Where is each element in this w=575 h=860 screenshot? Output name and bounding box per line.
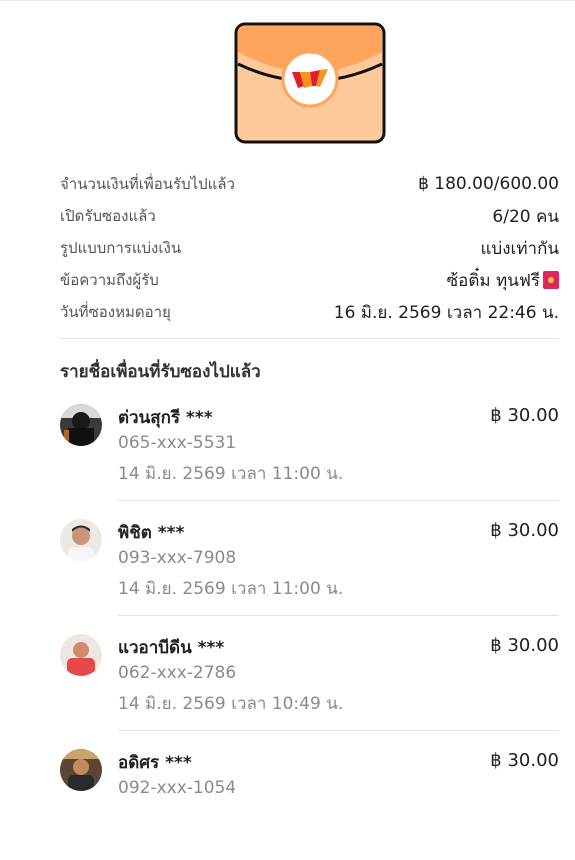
detail-value: ฿ 180.00/600.00 <box>418 174 559 194</box>
detail-row-message: ข้อความถึงผู้รับ ซ้อติ๋ม ทุนฟรี <box>60 264 559 296</box>
recipient-name: ต่วนสุกรี *** <box>118 408 213 428</box>
detail-label: เปิดรับซองแล้ว <box>60 207 156 225</box>
recipient-name: แวอาบีดีน *** <box>118 638 225 658</box>
section-divider <box>60 338 559 339</box>
detail-row-amount-received: จำนวนเงินที่เพื่อนรับไปแล้ว ฿ 180.00/600… <box>60 168 559 200</box>
recipient-time: 14 มิ.ย. 2569 เวลา 10:49 น. <box>118 694 344 714</box>
detail-label: ข้อความถึงผู้รับ <box>60 271 159 289</box>
list-item[interactable]: ต่วนสุกรี *** ฿ 30.00 065-xxx-5531 14 มิ… <box>60 400 559 515</box>
detail-value: 16 มิ.ย. 2569 เวลา 22:46 น. <box>333 302 559 323</box>
recipient-name: พิชิต *** <box>118 523 185 543</box>
recipient-time: 14 มิ.ย. 2569 เวลา 11:00 น. <box>118 464 344 484</box>
envelope-icon <box>234 22 386 144</box>
avatar <box>60 519 102 561</box>
list-item[interactable]: อดิศร *** ฿ 30.00 092-xxx-1054 <box>60 745 559 860</box>
recipient-name: อดิศร *** <box>118 753 192 773</box>
recipient-list: ต่วนสุกรี *** ฿ 30.00 065-xxx-5531 14 มิ… <box>60 400 559 860</box>
recipient-phone: 065-xxx-5531 <box>118 433 237 453</box>
message-text: ซ้อติ๋ม ทุนฟรี <box>446 270 540 291</box>
detail-label: จำนวนเงินที่เพื่อนรับไปแล้ว <box>60 175 235 193</box>
recipient-amount: ฿ 30.00 <box>490 635 559 656</box>
red-envelope-emoji-icon <box>543 271 559 289</box>
recipient-amount: ฿ 30.00 <box>490 405 559 426</box>
row-divider <box>118 730 559 731</box>
recipient-phone: 092-xxx-1054 <box>118 778 237 798</box>
detail-label: วันที่ซองหมดอายุ <box>60 303 171 321</box>
detail-value: แบ่งเท่ากัน <box>480 238 559 259</box>
detail-row-expiry: วันที่ซองหมดอายุ 16 มิ.ย. 2569 เวลา 22:4… <box>60 296 559 328</box>
avatar <box>60 634 102 676</box>
recipient-amount: ฿ 30.00 <box>490 750 559 771</box>
recipients-section-title: รายชื่อเพื่อนที่รับซองไปแล้ว <box>60 362 261 382</box>
envelope-details: จำนวนเงินที่เพื่อนรับไปแล้ว ฿ 180.00/600… <box>60 168 559 328</box>
avatar <box>60 749 102 791</box>
recipient-phone: 093-xxx-7908 <box>118 548 237 568</box>
detail-row-split-type: รูปแบบการแบ่งเงิน แบ่งเท่ากัน <box>60 232 559 264</box>
recipient-phone: 062-xxx-2786 <box>118 663 237 683</box>
recipient-time: 14 มิ.ย. 2569 เวลา 11:00 น. <box>118 579 344 599</box>
list-item[interactable]: แวอาบีดีน *** ฿ 30.00 062-xxx-2786 14 มิ… <box>60 630 559 745</box>
row-divider <box>118 615 559 616</box>
detail-row-opened-count: เปิดรับซองแล้ว 6/20 คน <box>60 200 559 232</box>
avatar <box>60 404 102 446</box>
detail-value: 6/20 คน <box>492 206 559 227</box>
top-divider <box>0 0 575 1</box>
list-item[interactable]: พิชิต *** ฿ 30.00 093-xxx-7908 14 มิ.ย. … <box>60 515 559 630</box>
row-divider <box>118 500 559 501</box>
detail-label: รูปแบบการแบ่งเงิน <box>60 239 182 257</box>
detail-value-message: ซ้อติ๋ม ทุนฟรี <box>447 267 559 294</box>
recipient-amount: ฿ 30.00 <box>490 520 559 541</box>
